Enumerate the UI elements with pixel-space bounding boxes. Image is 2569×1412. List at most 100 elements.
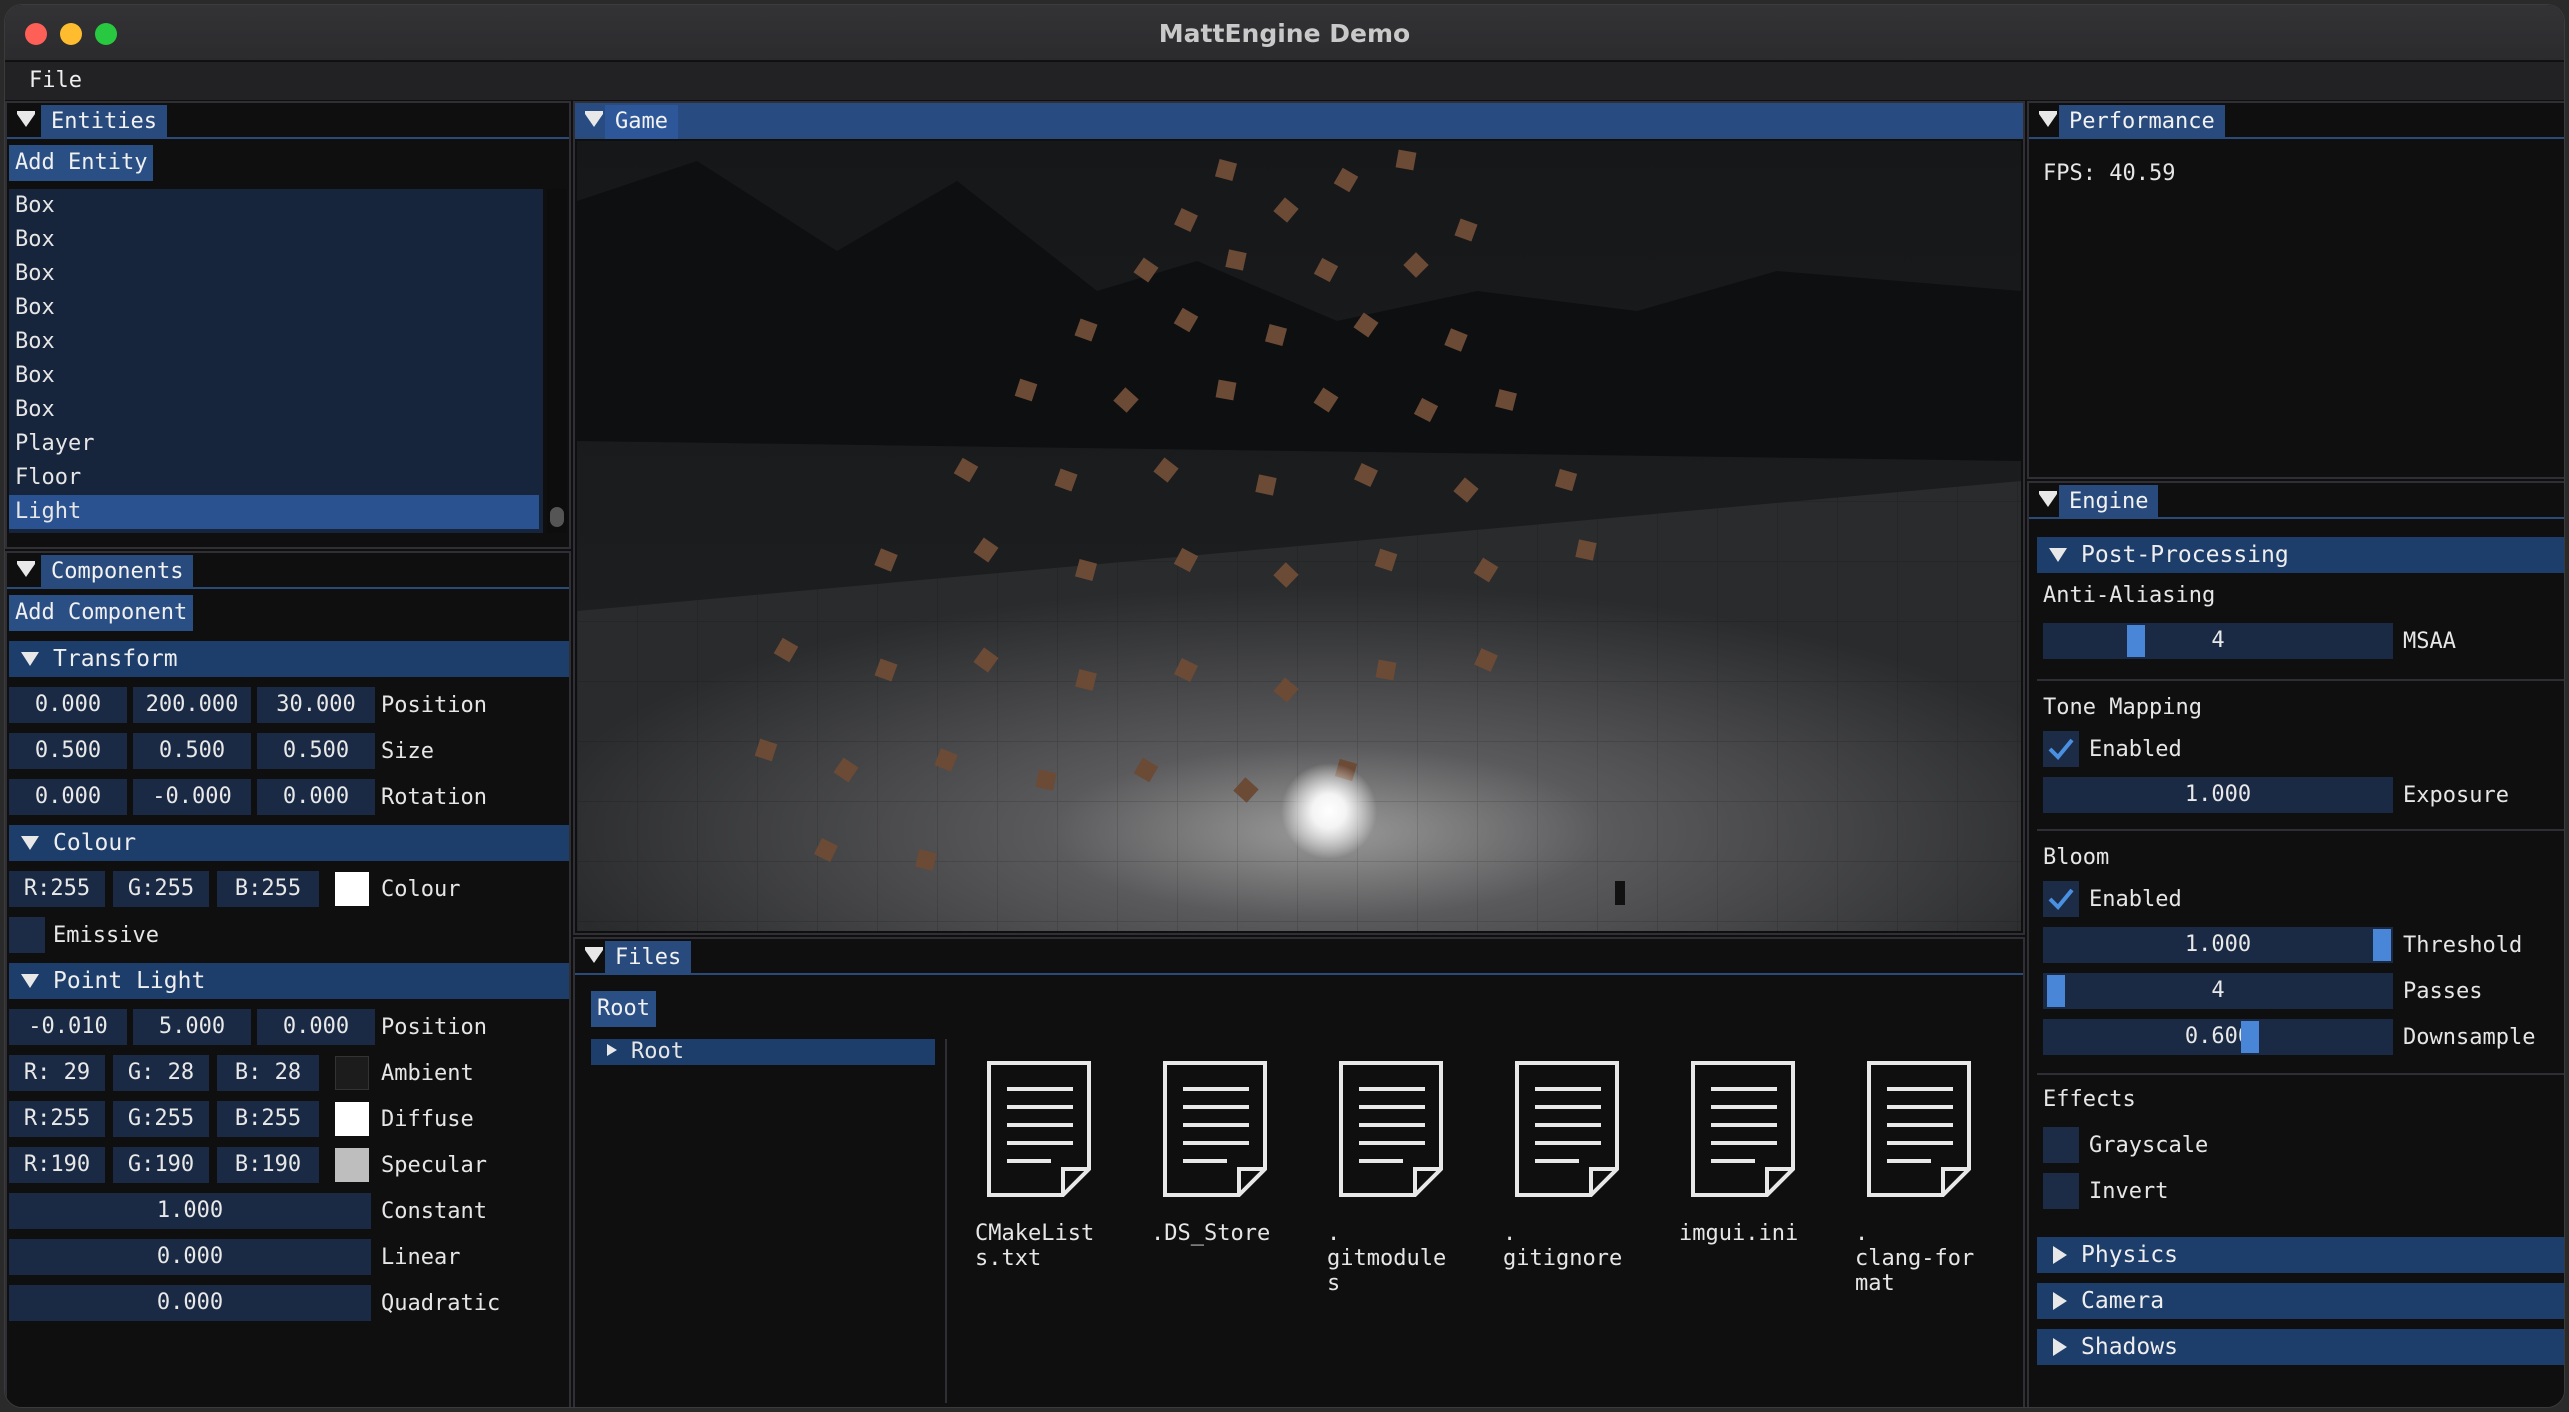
collapse-icon[interactable] — [17, 561, 35, 577]
bloom-checkbox[interactable] — [2043, 881, 2079, 917]
point-light-header[interactable]: Point Light — [9, 963, 569, 999]
shadows-header[interactable]: Shadows — [2037, 1329, 2564, 1365]
physics-header[interactable]: Physics — [2037, 1237, 2564, 1273]
scrollbar-thumb[interactable] — [550, 507, 564, 527]
colour-header[interactable]: Colour — [9, 825, 569, 861]
colour-g-field[interactable]: G:255 — [113, 871, 209, 907]
file-icon[interactable] — [1161, 1059, 1271, 1199]
camera-title: Camera — [2081, 1288, 2165, 1314]
collapse-icon[interactable] — [585, 111, 603, 127]
invert-checkbox[interactable] — [2043, 1173, 2079, 1209]
threshold-slider[interactable]: 1.000 — [2043, 927, 2393, 963]
list-item[interactable]: Box — [9, 359, 539, 393]
list-item[interactable]: Box — [9, 223, 539, 257]
specular-g-field[interactable]: G:190 — [113, 1147, 209, 1183]
specular-r-field[interactable]: R:190 — [9, 1147, 105, 1183]
rotation-z-field[interactable]: 0.000 — [257, 779, 375, 815]
ambient-r-field[interactable]: R: 29 — [9, 1055, 105, 1091]
list-item[interactable]: Box — [9, 291, 539, 325]
list-item[interactable]: Player — [9, 427, 539, 461]
entity-list: Box Box Box Box Box Box Box Player Floor… — [9, 189, 543, 533]
light-position-y-field[interactable]: 5.000 — [133, 1009, 251, 1045]
entities-tab[interactable]: Entities — [41, 105, 167, 139]
components-tab[interactable]: Components — [41, 555, 194, 589]
tone-mapping-checkbox[interactable] — [2043, 731, 2079, 767]
emissive-checkbox[interactable] — [9, 917, 45, 953]
file-name[interactable]: . gitignore — [1503, 1221, 1622, 1271]
position-z-field[interactable]: 30.000 — [257, 687, 375, 723]
colour-r-field[interactable]: R:255 — [9, 871, 105, 907]
light-position-label: Position — [381, 1015, 487, 1040]
rotation-x-field[interactable]: 0.000 — [9, 779, 127, 815]
size-z-field[interactable]: 0.500 — [257, 733, 375, 769]
list-item[interactable]: Floor — [9, 461, 539, 495]
passes-slider[interactable]: 4 — [2043, 973, 2393, 1009]
anti-aliasing-label: Anti-Aliasing — [2043, 583, 2216, 608]
specular-swatch[interactable] — [335, 1148, 369, 1182]
size-y-field[interactable]: 0.500 — [133, 733, 251, 769]
ambient-b-field[interactable]: B: 28 — [217, 1055, 319, 1091]
quadratic-field[interactable]: 0.000 — [9, 1285, 371, 1321]
performance-tab[interactable]: Performance — [2059, 105, 2225, 139]
collapse-icon[interactable] — [2039, 111, 2057, 127]
game-tab[interactable]: Game — [605, 105, 678, 139]
camera-header[interactable]: Camera — [2037, 1283, 2564, 1319]
file-name[interactable]: CMakeList s.txt — [975, 1221, 1094, 1271]
grayscale-checkbox[interactable] — [2043, 1127, 2079, 1163]
linear-field[interactable]: 0.000 — [9, 1239, 371, 1275]
list-item[interactable]: Box — [9, 257, 539, 291]
file-name[interactable]: . clang-for mat — [1855, 1221, 1974, 1296]
post-processing-header[interactable]: Post-Processing — [2037, 537, 2564, 573]
file-icon[interactable] — [1513, 1059, 1623, 1199]
ambient-swatch[interactable] — [335, 1056, 369, 1090]
collapse-icon[interactable] — [2039, 491, 2057, 507]
file-icon[interactable] — [1337, 1059, 1447, 1199]
file-icon[interactable] — [1689, 1059, 1799, 1199]
size-x-field[interactable]: 0.500 — [9, 733, 127, 769]
position-x-field[interactable]: 0.000 — [9, 687, 127, 723]
tree-root[interactable]: Root — [591, 1039, 935, 1065]
list-item[interactable]: Box — [9, 189, 539, 223]
file-icon[interactable] — [985, 1059, 1095, 1199]
passes-slider-grab[interactable] — [2047, 975, 2065, 1007]
downsample-slider[interactable]: 0.600 — [2043, 1019, 2393, 1055]
engine-tab[interactable]: Engine — [2059, 485, 2159, 519]
rotation-y-field[interactable]: -0.000 — [133, 779, 251, 815]
colour-b-field[interactable]: B:255 — [217, 871, 319, 907]
specular-b-field[interactable]: B:190 — [217, 1147, 319, 1183]
file-name[interactable]: imgui.ini — [1679, 1221, 1798, 1246]
add-component-button[interactable]: Add Component — [9, 595, 194, 631]
position-y-field[interactable]: 200.000 — [133, 687, 251, 723]
diffuse-g-field[interactable]: G:255 — [113, 1101, 209, 1137]
downsample-slider-grab[interactable] — [2241, 1021, 2259, 1053]
file-name[interactable]: . gitmodule s — [1327, 1221, 1446, 1296]
ambient-g-field[interactable]: G: 28 — [113, 1055, 209, 1091]
constant-field[interactable]: 1.000 — [9, 1193, 371, 1229]
collapse-icon[interactable] — [17, 111, 35, 127]
diffuse-b-field[interactable]: B:255 — [217, 1101, 319, 1137]
list-item[interactable]: Box — [9, 393, 539, 427]
msaa-label: MSAA — [2403, 629, 2456, 654]
msaa-slider[interactable]: 4 — [2043, 623, 2393, 659]
entity-list-scrollbar[interactable] — [547, 189, 567, 533]
menu-file[interactable]: File — [29, 68, 82, 93]
exposure-field[interactable]: 1.000 — [2043, 777, 2393, 813]
file-icon[interactable] — [1865, 1059, 1975, 1199]
list-item-selected[interactable]: Light — [9, 495, 539, 529]
light-position-x-field[interactable]: -0.010 — [9, 1009, 127, 1045]
transform-header[interactable]: Transform — [9, 641, 569, 677]
colour-swatch[interactable] — [335, 872, 369, 906]
files-tab[interactable]: Files — [605, 941, 692, 975]
list-item[interactable]: Box — [9, 325, 539, 359]
game-viewport[interactable] — [577, 141, 2021, 931]
chevron-down-icon — [21, 652, 39, 666]
root-button[interactable]: Root — [591, 991, 656, 1027]
diffuse-r-field[interactable]: R:255 — [9, 1101, 105, 1137]
file-name[interactable]: .DS_Store — [1151, 1221, 1270, 1246]
threshold-slider-grab[interactable] — [2373, 929, 2391, 961]
light-position-z-field[interactable]: 0.000 — [257, 1009, 375, 1045]
add-entity-button[interactable]: Add Entity — [9, 145, 154, 181]
msaa-slider-grab[interactable] — [2127, 625, 2145, 657]
diffuse-swatch[interactable] — [335, 1102, 369, 1136]
collapse-icon[interactable] — [585, 947, 603, 963]
